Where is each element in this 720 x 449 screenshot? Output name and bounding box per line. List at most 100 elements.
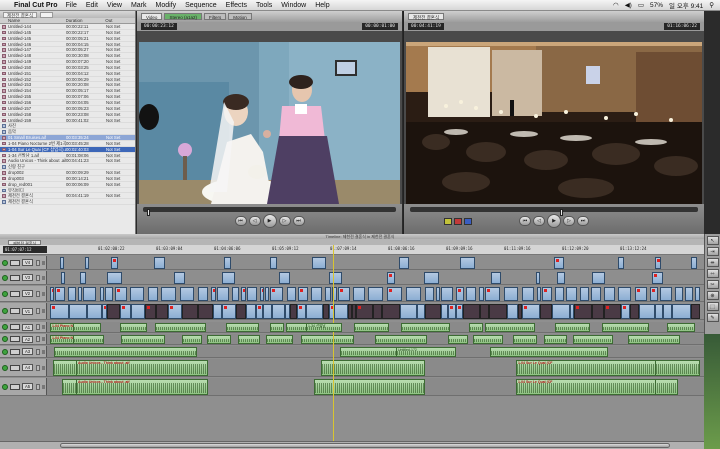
video-clip[interactable] [400, 304, 417, 319]
audio-clip[interactable] [448, 335, 468, 344]
pen-tool-icon[interactable]: ✎ [706, 313, 719, 322]
video-clip[interactable] [107, 272, 122, 284]
audio-clip[interactable] [513, 335, 537, 344]
video-clip[interactable] [198, 287, 208, 301]
audio-clip[interactable] [375, 335, 427, 344]
video-clip[interactable] [675, 287, 683, 301]
audio-clip[interactable] [182, 335, 202, 344]
audio-clip[interactable] [266, 335, 293, 344]
lock-icon[interactable] [36, 383, 40, 390]
video-clip[interactable] [382, 304, 400, 319]
audio-clip[interactable] [490, 347, 608, 357]
video-clip[interactable] [148, 287, 158, 301]
video-clip[interactable] [466, 287, 476, 301]
video-clip[interactable] [224, 257, 231, 269]
video-clip[interactable] [241, 287, 246, 301]
canvas-go-to-in-icon[interactable]: ⏮ [519, 216, 531, 226]
menubar-clock[interactable]: 일 오후 9:41 [669, 0, 703, 10]
audio-clip[interactable]: 1-04 Piano N [50, 335, 74, 344]
video-clip[interactable] [115, 287, 127, 301]
video-track[interactable]: V2 [0, 286, 704, 302]
video-clip[interactable] [542, 287, 552, 301]
video-clip[interactable] [50, 304, 69, 319]
audio-track[interactable]: A1 1-04 Piano N 1-34 선발남 [0, 322, 704, 333]
video-clip[interactable] [424, 272, 439, 284]
timeline-scrollbar[interactable] [0, 441, 704, 449]
menu-window[interactable]: Window [281, 2, 306, 9]
video-clip[interactable] [425, 304, 441, 319]
video-clip[interactable] [213, 304, 222, 319]
video-clip[interactable] [306, 304, 323, 319]
audio-clip[interactable] [301, 335, 354, 344]
track-label[interactable]: A5 [22, 383, 33, 390]
video-track[interactable]: V1 [0, 303, 704, 320]
browser-tab-effects[interactable] [40, 11, 54, 18]
source-patch[interactable] [10, 274, 20, 281]
auto-select-icon[interactable] [42, 349, 45, 354]
canvas-play-in-to-out-icon[interactable]: ◁ [533, 216, 545, 226]
audio-track[interactable]: A5 Audio Unicos - Think about .aif 1-04 Su… [0, 378, 704, 396]
lock-icon[interactable] [36, 259, 40, 266]
video-clip[interactable] [417, 304, 425, 319]
menu-sequence[interactable]: Sequence [185, 2, 217, 9]
audio-clip[interactable] [469, 323, 483, 332]
video-clip[interactable] [660, 287, 672, 301]
video-clip[interactable] [50, 287, 54, 301]
video-clip[interactable] [353, 287, 365, 301]
auto-select-icon[interactable] [42, 325, 45, 329]
video-clip[interactable] [298, 287, 308, 301]
lock-icon[interactable] [36, 290, 40, 297]
video-clip[interactable] [536, 272, 540, 284]
video-clip[interactable] [491, 272, 501, 284]
canvas-duration-timecode[interactable]: 00:04:41:19 [408, 23, 444, 30]
video-clip[interactable] [425, 287, 434, 301]
video-clip[interactable] [211, 287, 216, 301]
video-clip[interactable] [685, 287, 693, 301]
video-clip[interactable] [182, 304, 198, 319]
video-clip[interactable] [265, 287, 269, 301]
track-visibility-icon[interactable] [2, 364, 8, 371]
audio-track[interactable]: A3 Untitled-172 [0, 346, 704, 358]
video-clip[interactable] [456, 287, 464, 301]
video-clip[interactable] [604, 287, 615, 301]
slip-tool-icon[interactable]: ⇿ [706, 269, 719, 278]
canvas-current-timecode[interactable]: 01:16:06:22 [664, 23, 700, 30]
app-menu[interactable]: Final Cut Pro [14, 2, 58, 9]
source-patch[interactable] [10, 336, 20, 342]
audio-clip[interactable]: 1-04 Sur Le Quai (CF [516, 379, 656, 395]
auto-select-icon[interactable] [42, 291, 45, 296]
arrow-tool-icon[interactable]: ↖ [706, 236, 719, 245]
video-clip[interactable] [222, 304, 236, 319]
audio-clip[interactable] [544, 335, 567, 344]
video-clip[interactable] [334, 304, 348, 319]
video-clip[interactable] [504, 287, 518, 301]
video-clip[interactable] [507, 304, 518, 319]
video-clip[interactable] [120, 304, 131, 319]
audio-clip[interactable] [555, 323, 590, 332]
menu-view[interactable]: View [107, 2, 122, 9]
timeline-current-timecode[interactable]: 01:07:07:12 [3, 246, 47, 253]
video-clip[interactable] [297, 304, 306, 319]
timeline-playhead[interactable] [333, 245, 334, 449]
video-clip[interactable] [580, 287, 589, 301]
lock-icon[interactable] [36, 348, 40, 355]
viewer-current-timecode[interactable]: 00:00:01:00 [362, 23, 398, 30]
auto-select-icon[interactable] [42, 309, 45, 313]
audio-clip[interactable] [121, 335, 165, 344]
video-clip[interactable] [161, 287, 176, 301]
video-clip[interactable] [272, 304, 285, 319]
video-clip[interactable] [85, 257, 89, 269]
video-clip[interactable] [154, 257, 165, 269]
viewer-duration-timecode[interactable]: 00:00:23:12 [141, 23, 177, 30]
source-patch[interactable] [10, 324, 20, 330]
audio-clip[interactable] [226, 323, 259, 332]
lock-icon[interactable] [36, 274, 40, 281]
audio-clip[interactable]: Untitled-172 [396, 347, 456, 357]
video-clip[interactable] [198, 304, 213, 319]
audio-clip[interactable] [573, 335, 613, 344]
crop-tool-icon[interactable]: ⬚ [706, 302, 719, 311]
video-clip[interactable] [78, 287, 82, 301]
wifi-icon[interactable]: ◠ [613, 1, 619, 9]
track-label[interactable]: V4 [22, 259, 33, 266]
track-label[interactable]: V3 [22, 274, 33, 281]
